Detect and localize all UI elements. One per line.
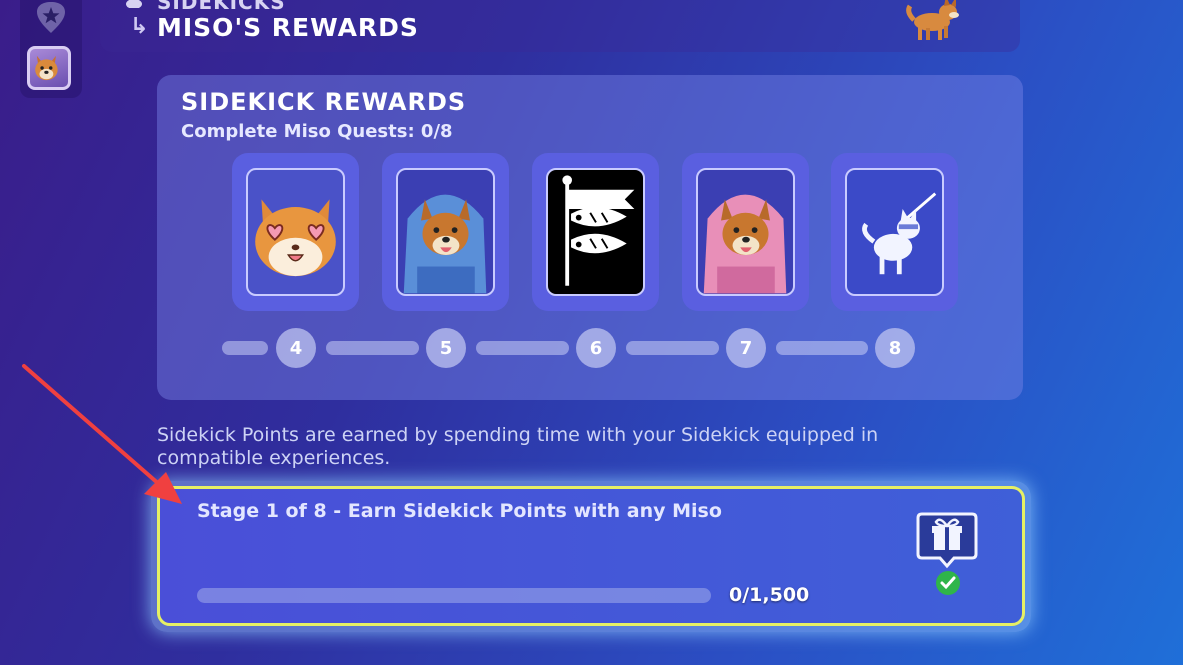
check-icon [936, 571, 960, 595]
sidebar [20, 0, 82, 98]
track-segment [326, 341, 419, 355]
gift-icon[interactable] [916, 510, 978, 572]
track-segment [476, 341, 569, 355]
rewards-title: SIDEKICK REWARDS [181, 88, 467, 116]
page-title: MISO'S REWARDS [157, 13, 419, 42]
breadcrumb-parent[interactable]: SIDEKICKS [157, 0, 286, 14]
pink-hoodie-outfit-icon [703, 194, 787, 294]
star-badge-icon[interactable] [34, 0, 68, 34]
step-marker: 5 [426, 328, 466, 368]
sidekick-paw-icon [126, 0, 142, 8]
stage-progress-bar [197, 588, 711, 603]
ninja-dog-emote-icon [862, 192, 937, 275]
reward-card-4[interactable] [682, 153, 809, 311]
track-segment [776, 341, 868, 355]
reward-card-5[interactable] [831, 153, 958, 311]
blue-hoodie-outfit-icon [403, 194, 487, 294]
reward-card-3[interactable] [532, 153, 659, 311]
reward-card-1[interactable] [232, 153, 359, 311]
heart-eyes-emoticon-icon [255, 199, 336, 277]
step-marker: 4 [276, 328, 316, 368]
shiba-avatar-icon [35, 55, 58, 81]
reward-card-2[interactable] [382, 153, 509, 311]
track-segment [222, 341, 268, 355]
stage-title: Stage 1 of 8 - Earn Sidekick Points with… [197, 500, 722, 522]
rewards-quest-progress: Complete Miso Quests: 0/8 [181, 121, 453, 142]
step-marker: 6 [576, 328, 616, 368]
running-dog-icon [906, 0, 959, 40]
breadcrumb-arrow-icon: ↳ [130, 14, 149, 39]
stage-progress-text: 0/1,500 [729, 584, 810, 606]
koinobori-fish-banner-icon [562, 175, 635, 286]
step-marker: 8 [875, 328, 915, 368]
sidekick-points-info: Sidekick Points are earned by spending t… [157, 424, 879, 469]
step-marker: 7 [726, 328, 766, 368]
sidekick-avatar[interactable] [27, 46, 71, 90]
track-segment [626, 341, 719, 355]
